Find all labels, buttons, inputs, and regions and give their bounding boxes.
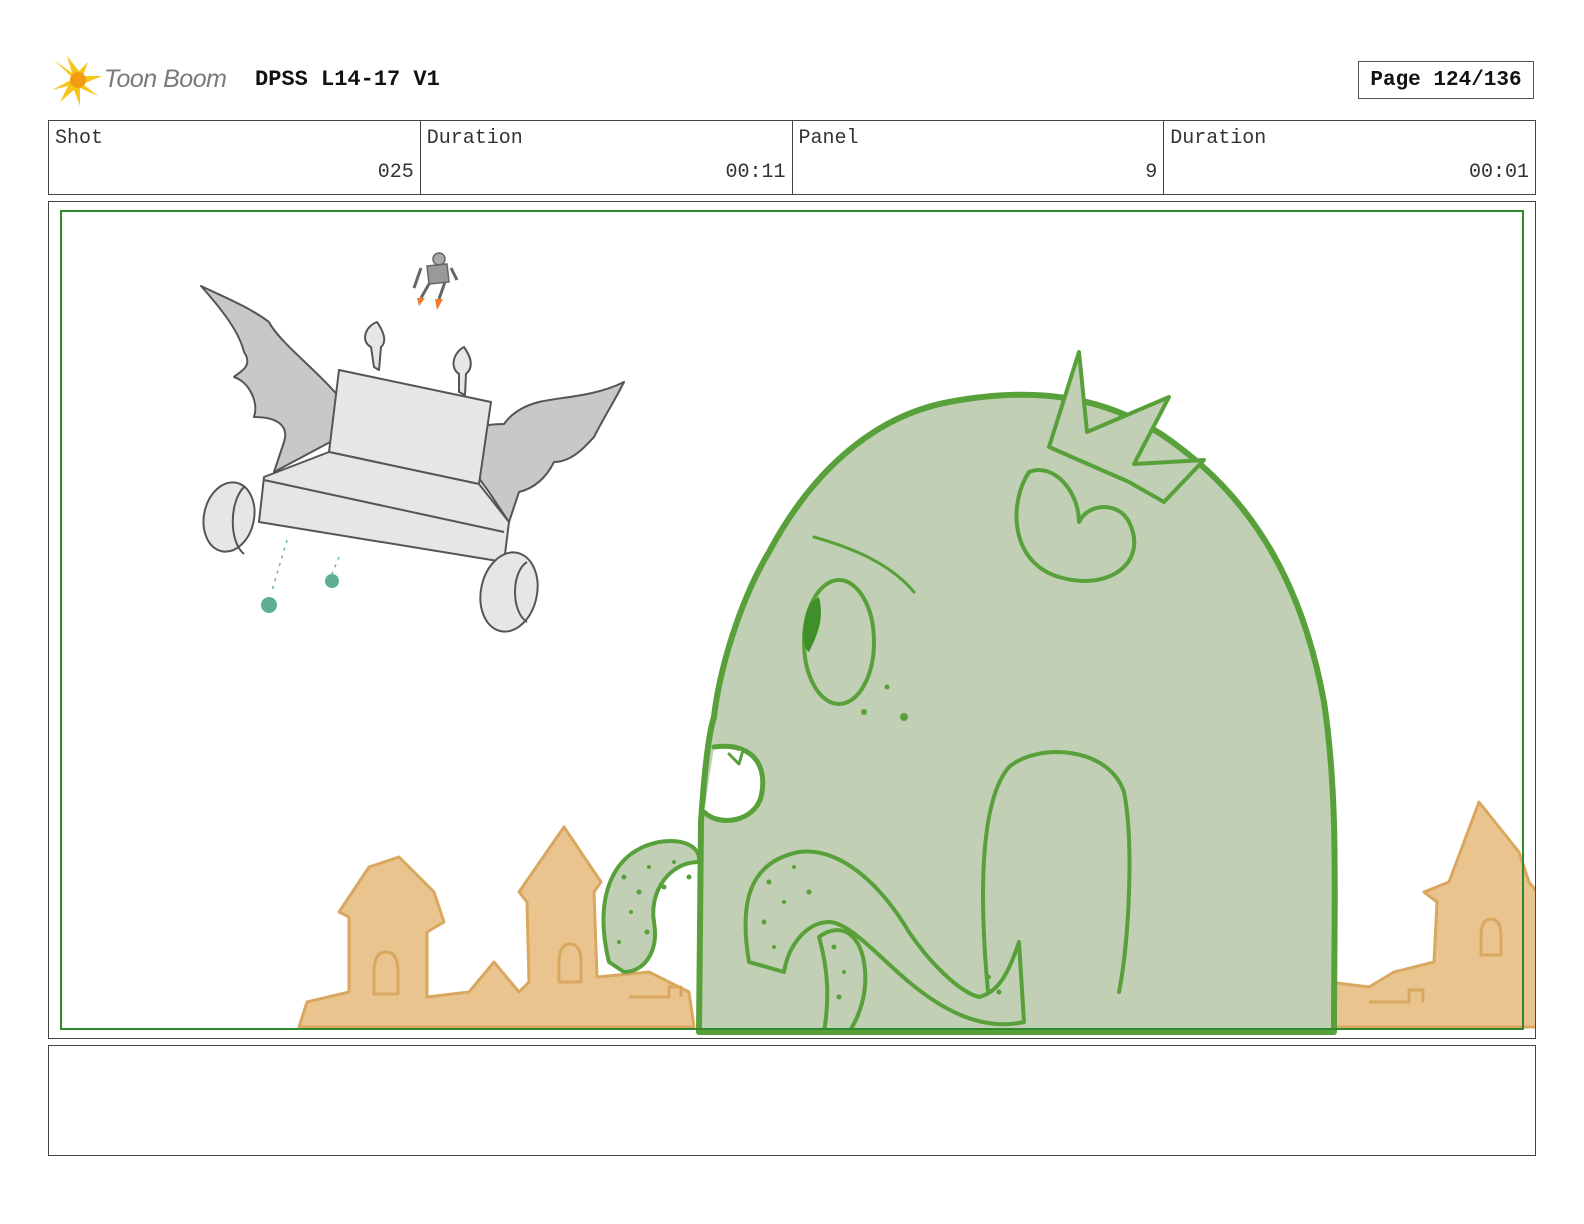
shot-duration-cell: Duration 00:11 bbox=[421, 121, 793, 194]
toon-boom-logo: Toon Boom bbox=[50, 56, 240, 106]
storyboard-panel bbox=[48, 201, 1536, 1039]
shot-duration-label: Duration bbox=[426, 127, 523, 150]
panel-cell: Panel 9 bbox=[793, 121, 1165, 194]
document-title: DPSS L14-17 V1 bbox=[255, 67, 440, 92]
shot-duration-value: 00:11 bbox=[725, 161, 786, 184]
panel-drawing bbox=[200, 252, 1535, 1035]
monster-body bbox=[601, 350, 1338, 1035]
logo-wordmark: Toon Boom bbox=[104, 65, 227, 93]
robot-figure bbox=[412, 252, 459, 310]
panel-duration-label: Duration bbox=[1170, 127, 1267, 150]
panel-notes[interactable] bbox=[48, 1045, 1536, 1156]
panel-value: 9 bbox=[1145, 161, 1158, 184]
shot-value: 025 bbox=[377, 161, 414, 184]
flying-cart bbox=[200, 285, 625, 633]
panel-duration-cell: Duration 00:01 bbox=[1164, 121, 1535, 194]
shot-label: Shot bbox=[55, 127, 104, 150]
panel-label: Panel bbox=[798, 127, 859, 150]
shot-cell: Shot 025 bbox=[49, 121, 421, 194]
panel-duration-value: 00:01 bbox=[1468, 161, 1529, 184]
page-indicator: Page 124/136 bbox=[1358, 61, 1534, 99]
starburst-icon bbox=[52, 56, 102, 106]
shot-info-row: Shot 025 Duration 00:11 Panel 9 Duration… bbox=[48, 120, 1536, 195]
